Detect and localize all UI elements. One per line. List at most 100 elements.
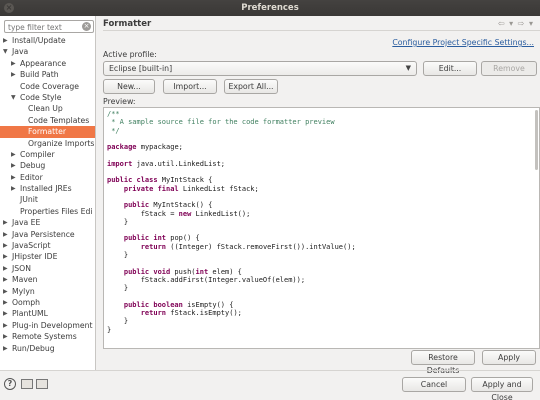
tree-item[interactable]: Clean Up xyxy=(0,103,95,114)
code-line: */ xyxy=(107,127,356,135)
code-line: ​ xyxy=(107,151,356,159)
code-line: public int pop() { xyxy=(107,234,356,242)
profile-select[interactable]: Eclipse [built-in] ▼ xyxy=(103,61,417,76)
tree-item[interactable]: ▶ Install/Update xyxy=(0,35,95,46)
tree-item[interactable]: ▶ Appearance xyxy=(0,58,95,69)
help-icon[interactable]: ? xyxy=(4,378,16,390)
code-line: ​ xyxy=(107,293,356,301)
collapsed-arrow-icon[interactable]: ▶ xyxy=(11,172,16,183)
apply-button[interactable]: Apply xyxy=(482,350,536,365)
tree-item[interactable]: ▶ JSON xyxy=(0,263,95,274)
tree-item[interactable]: ▼ Java xyxy=(0,46,95,57)
collapsed-arrow-icon[interactable]: ▶ xyxy=(11,149,16,160)
edit-button[interactable]: Edit... xyxy=(423,61,477,76)
tree-item[interactable]: Code Coverage xyxy=(0,81,95,92)
collapsed-arrow-icon[interactable]: ▶ xyxy=(3,274,8,285)
collapsed-arrow-icon[interactable]: ▶ xyxy=(3,217,8,228)
tree-item[interactable]: ▶ Java Persistence xyxy=(0,229,95,240)
tree-item[interactable]: ▶ Debug xyxy=(0,160,95,171)
tree-item[interactable]: JUnit xyxy=(0,194,95,205)
code-token: mypackage; xyxy=(136,143,183,152)
import-profile-button[interactable]: Import... xyxy=(163,79,217,94)
collapsed-arrow-icon[interactable]: ▶ xyxy=(3,286,8,297)
code-token: LinkedList(); xyxy=(191,209,251,218)
history-nav-icon[interactable]: ⇦ ▾ ⇨ ▾ xyxy=(498,19,534,28)
collapsed-arrow-icon[interactable]: ▶ xyxy=(3,263,8,274)
filter-box[interactable]: × xyxy=(4,20,94,33)
collapsed-arrow-icon[interactable]: ▶ xyxy=(3,320,8,331)
collapsed-arrow-icon[interactable]: ▶ xyxy=(11,183,16,194)
tree-item-label: Compiler xyxy=(20,149,55,159)
code-token: fStack.isEmpty(); xyxy=(166,309,242,318)
tree-item[interactable]: ▶ Compiler xyxy=(0,149,95,160)
code-line: ​ xyxy=(107,259,356,267)
code-keyword: public class xyxy=(107,176,158,185)
clear-filter-icon[interactable]: × xyxy=(82,22,91,31)
tree-item[interactable]: Code Templates xyxy=(0,115,95,126)
collapsed-arrow-icon[interactable]: ▶ xyxy=(3,297,8,308)
scrollbar-thumb[interactable] xyxy=(535,110,538,170)
collapsed-arrow-icon[interactable]: ▶ xyxy=(11,58,16,69)
tree-item[interactable]: ▶ Plug-in Development xyxy=(0,320,95,331)
code-token: } xyxy=(107,325,112,334)
tree-item[interactable]: Formatter xyxy=(0,126,95,138)
code-line: fStack.addFirst(Integer.valueOf(elem)); xyxy=(107,276,356,284)
tree-item-label: Build Path xyxy=(20,70,59,80)
code-keyword: private final xyxy=(123,184,179,193)
tree-item[interactable]: ▶ JavaScript xyxy=(0,240,95,251)
collapsed-arrow-icon[interactable]: ▶ xyxy=(11,69,16,80)
tree-item[interactable]: ▶ PlantUML xyxy=(0,308,95,319)
tree-item[interactable]: ▶ Maven xyxy=(0,274,95,285)
tree-item[interactable]: Properties Files Edi xyxy=(0,206,95,217)
filter-input[interactable] xyxy=(8,22,80,32)
code-comment: /** xyxy=(107,110,120,118)
tree-item[interactable]: Organize Imports xyxy=(0,138,95,149)
tree-item-label: Install/Update xyxy=(12,36,66,45)
tree-item[interactable]: ▶ Remote Systems xyxy=(0,331,95,342)
code-keyword: public boolean xyxy=(123,300,183,309)
configure-project-settings-link[interactable]: Configure Project Specific Settings... xyxy=(392,38,534,47)
cancel-button[interactable]: Cancel xyxy=(402,377,466,392)
expanded-arrow-icon[interactable]: ▼ xyxy=(11,92,16,103)
tree-item[interactable]: ▶ Oomph xyxy=(0,297,95,308)
tree-item[interactable]: ▶ JHipster IDE xyxy=(0,251,95,262)
collapsed-arrow-icon[interactable]: ▶ xyxy=(3,240,8,251)
tree-item-label: Appearance xyxy=(20,58,67,68)
header-divider xyxy=(103,30,540,31)
collapsed-arrow-icon[interactable]: ▶ xyxy=(3,251,8,262)
new-profile-button[interactable]: New... xyxy=(103,79,155,94)
preview-scrollbar[interactable] xyxy=(534,108,539,348)
sidebar: × ▶Install/Update▼Java▶Appearance▶Build … xyxy=(0,16,96,370)
code-line: } xyxy=(107,317,356,325)
code-line: } xyxy=(107,326,356,334)
tree-item[interactable]: ▶ Java EE xyxy=(0,217,95,228)
export-preferences-icon[interactable] xyxy=(36,379,48,389)
remove-button[interactable]: Remove xyxy=(481,61,537,76)
restore-defaults-button[interactable]: Restore Defaults xyxy=(411,350,475,375)
tree-item[interactable]: ▶ Build Path xyxy=(0,69,95,80)
collapsed-arrow-icon[interactable]: ▶ xyxy=(11,160,16,171)
collapsed-arrow-icon[interactable]: ▶ xyxy=(3,35,8,46)
apply-and-close-button[interactable]: Apply and Close xyxy=(471,377,533,400)
tree-item[interactable]: ▼ Code Style xyxy=(0,92,95,103)
code-preview[interactable]: /** * A sample source file for the code … xyxy=(103,107,540,349)
code-keyword: int xyxy=(195,267,209,276)
formatter-page: Formatter ⇦ ▾ ⇨ ▾ Configure Project Spec… xyxy=(97,16,540,375)
code-keyword: import xyxy=(107,159,133,168)
export-all-button[interactable]: Export All... xyxy=(224,79,278,94)
import-preferences-icon[interactable] xyxy=(21,379,33,389)
collapsed-arrow-icon[interactable]: ▶ xyxy=(3,331,8,342)
tree-item[interactable]: ▶ Mylyn xyxy=(0,286,95,297)
collapsed-arrow-icon[interactable]: ▶ xyxy=(3,308,8,319)
collapsed-arrow-icon[interactable]: ▶ xyxy=(3,343,8,354)
expanded-arrow-icon[interactable]: ▼ xyxy=(3,46,8,57)
tree-item-label: Maven xyxy=(12,275,38,285)
tree-item[interactable]: ▶ Editor xyxy=(0,172,95,183)
tree-item[interactable]: ▶ Run/Debug xyxy=(0,343,95,354)
collapsed-arrow-icon[interactable]: ▶ xyxy=(3,229,8,240)
tree-item[interactable]: ▶ Installed JREs xyxy=(0,183,95,194)
code-token: isEmpty() { xyxy=(182,300,234,309)
chevron-down-icon: ▼ xyxy=(405,64,411,72)
